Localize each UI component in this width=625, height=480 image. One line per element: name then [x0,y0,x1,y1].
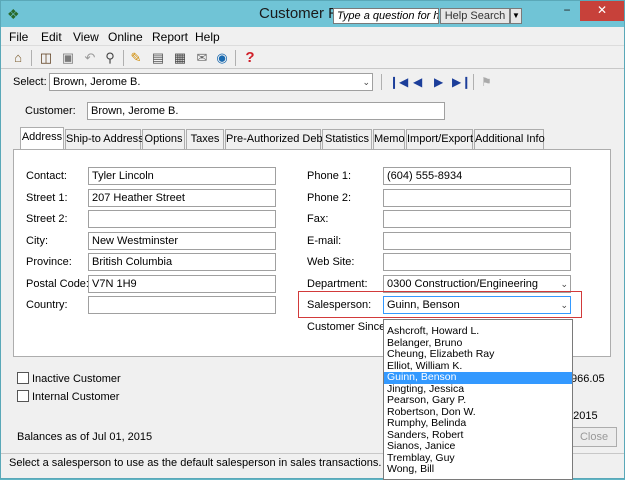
salesperson-dropdown-list: Ashcroft, Howard L. Belanger, Bruno Cheu… [383,319,573,480]
tab-ship-to-address[interactable]: Ship-to Address [65,129,144,149]
tab-import-export[interactable]: Import/Export [406,129,473,149]
toolbar: ⌂ ◫ ▣ ↶ ⚲ ✎ ▤ ▦ ✉ ◉ ? [1,45,624,69]
fax-label: Fax: [307,213,329,225]
tab-memo[interactable]: Memo [373,129,405,149]
tab-additional-info[interactable]: Additional Info [474,129,545,149]
fax-field[interactable] [383,210,571,228]
toolbar-separator [381,74,382,90]
email-label: E-mail: [307,235,342,247]
undo-icon[interactable]: ↶ [81,49,99,67]
menu-help[interactable]: Help [195,30,220,44]
edit-icon[interactable]: ✎ [127,49,145,67]
country-field[interactable] [88,296,276,314]
balance-amount: 966.05 [571,373,605,385]
menu-view[interactable]: View [73,30,99,44]
open-icon[interactable]: ◫ [37,49,55,67]
customer-select-dropdown[interactable]: Brown, Jerome B. ⌄ [49,73,373,91]
tab-pre-authorized-debit[interactable]: Pre-Authorized Debit [225,129,328,149]
website-field[interactable] [383,253,571,271]
internal-customer-label: Internal Customer [32,391,120,403]
tab-statistics[interactable]: Statistics [322,129,372,149]
salesperson-option[interactable]: Ashcroft, Howard L. [384,325,572,338]
help-search-button[interactable]: Help Search [440,8,510,24]
help-question-input[interactable]: Type a question for help [333,8,439,24]
previous-record-icon[interactable]: ◀ [413,74,422,90]
postal-code-field[interactable]: V7N 1H9 [88,275,276,293]
app-icon[interactable]: ❖ [7,6,23,22]
internal-customer-checkbox[interactable] [17,390,29,402]
contact-label: Contact: [26,170,67,182]
customer-label: Customer: [25,105,76,117]
balances-label: Balances as of Jul 01, 2015 [17,431,153,443]
chevron-down-icon: ⌄ [560,300,568,310]
phone2-label: Phone 2: [307,192,352,204]
contact-field[interactable]: Tyler Lincoln [88,167,276,185]
phone1-label: Phone 1: [307,170,352,182]
menu-edit[interactable]: Edit [41,30,62,44]
chevron-down-icon: ⌄ [560,279,568,289]
city-label: City: [26,235,48,247]
tab-address[interactable]: Address [20,127,64,149]
province-label: Province: [26,256,72,268]
department-label: Department: [307,278,368,290]
street2-label: Street 2: [26,213,68,225]
email-icon[interactable]: ✉ [193,49,211,67]
menu-bar: File Edit View Online Report Help [1,27,624,45]
close-window-button[interactable]: ✕ [580,1,624,21]
customer-since-label: Customer Since: [307,321,389,333]
customer-name-field[interactable]: Brown, Jerome B. [87,102,445,120]
salesperson-option-selected[interactable]: Guinn, Benson [384,371,572,384]
window-title: Customer Re [259,5,335,22]
toolbar-separator [123,50,124,66]
tab-taxes[interactable]: Taxes [186,129,224,149]
last-record-icon[interactable]: ▶❙ [452,74,471,90]
status-text: Select a salesperson to use as the defau… [9,457,382,469]
salesperson-option[interactable]: Cheung, Elizabeth Ray [384,348,572,361]
first-record-icon[interactable]: ❙◀ [389,74,408,90]
customer-record-window: ❖ Customer Re Type a question for help H… [0,0,625,480]
salesperson-option[interactable]: Pearson, Gary P. [384,394,572,407]
record-lookup-icon[interactable]: ⚑ [481,74,492,90]
notes-icon[interactable]: ▤ [149,49,167,67]
tab-options[interactable]: Options [142,129,185,149]
country-label: Country: [26,299,68,311]
phone2-field[interactable] [383,189,571,207]
street1-label: Street 1: [26,192,68,204]
toolbar-separator [235,50,236,66]
minimize-button[interactable]: − [554,1,580,21]
email-field[interactable] [383,232,571,250]
menu-file[interactable]: File [9,30,28,44]
salesperson-label: Salesperson: [307,299,372,311]
web-icon[interactable]: ◉ [213,49,231,67]
close-button[interactable]: Close [571,427,617,447]
street2-field[interactable] [88,210,276,228]
province-field[interactable]: British Columbia [88,253,276,271]
help-search-dropdown-icon[interactable]: ▼ [510,8,522,24]
salesperson-dropdown[interactable]: Guinn, Benson ⌄ [383,296,571,314]
menu-report[interactable]: Report [152,30,188,44]
next-record-icon[interactable]: ▶ [434,74,443,90]
select-label: Select: [13,76,47,88]
select-bar: Select: Brown, Jerome B. ⌄ ❙◀ ◀ ▶ ▶❙ ⚑ [1,70,624,94]
toolbar-separator [473,74,474,90]
phone1-field[interactable]: (604) 555-8934 [383,167,571,185]
salesperson-option[interactable]: Rumphy, Belinda [384,417,572,430]
salesperson-option[interactable]: Wong, Bill [384,463,572,476]
city-field[interactable]: New Westminster [88,232,276,250]
inactive-customer-checkbox[interactable] [17,372,29,384]
postal-code-label: Postal Code: [26,278,89,290]
calculator-icon[interactable]: ▦ [171,49,189,67]
chevron-down-icon: ⌄ [362,77,370,87]
street1-field[interactable]: 207 Heather Street [88,189,276,207]
menu-online[interactable]: Online [108,30,143,44]
find-icon[interactable]: ⚲ [101,49,119,67]
help-icon[interactable]: ? [241,49,259,67]
salesperson-option[interactable]: Sianos, Janice [384,440,572,453]
inactive-customer-label: Inactive Customer [32,373,121,385]
save-icon[interactable]: ▣ [59,49,77,67]
home-icon[interactable]: ⌂ [9,49,27,67]
toolbar-separator [31,50,32,66]
website-label: Web Site: [307,256,355,268]
title-bar: ❖ Customer Re Type a question for help H… [1,1,624,27]
